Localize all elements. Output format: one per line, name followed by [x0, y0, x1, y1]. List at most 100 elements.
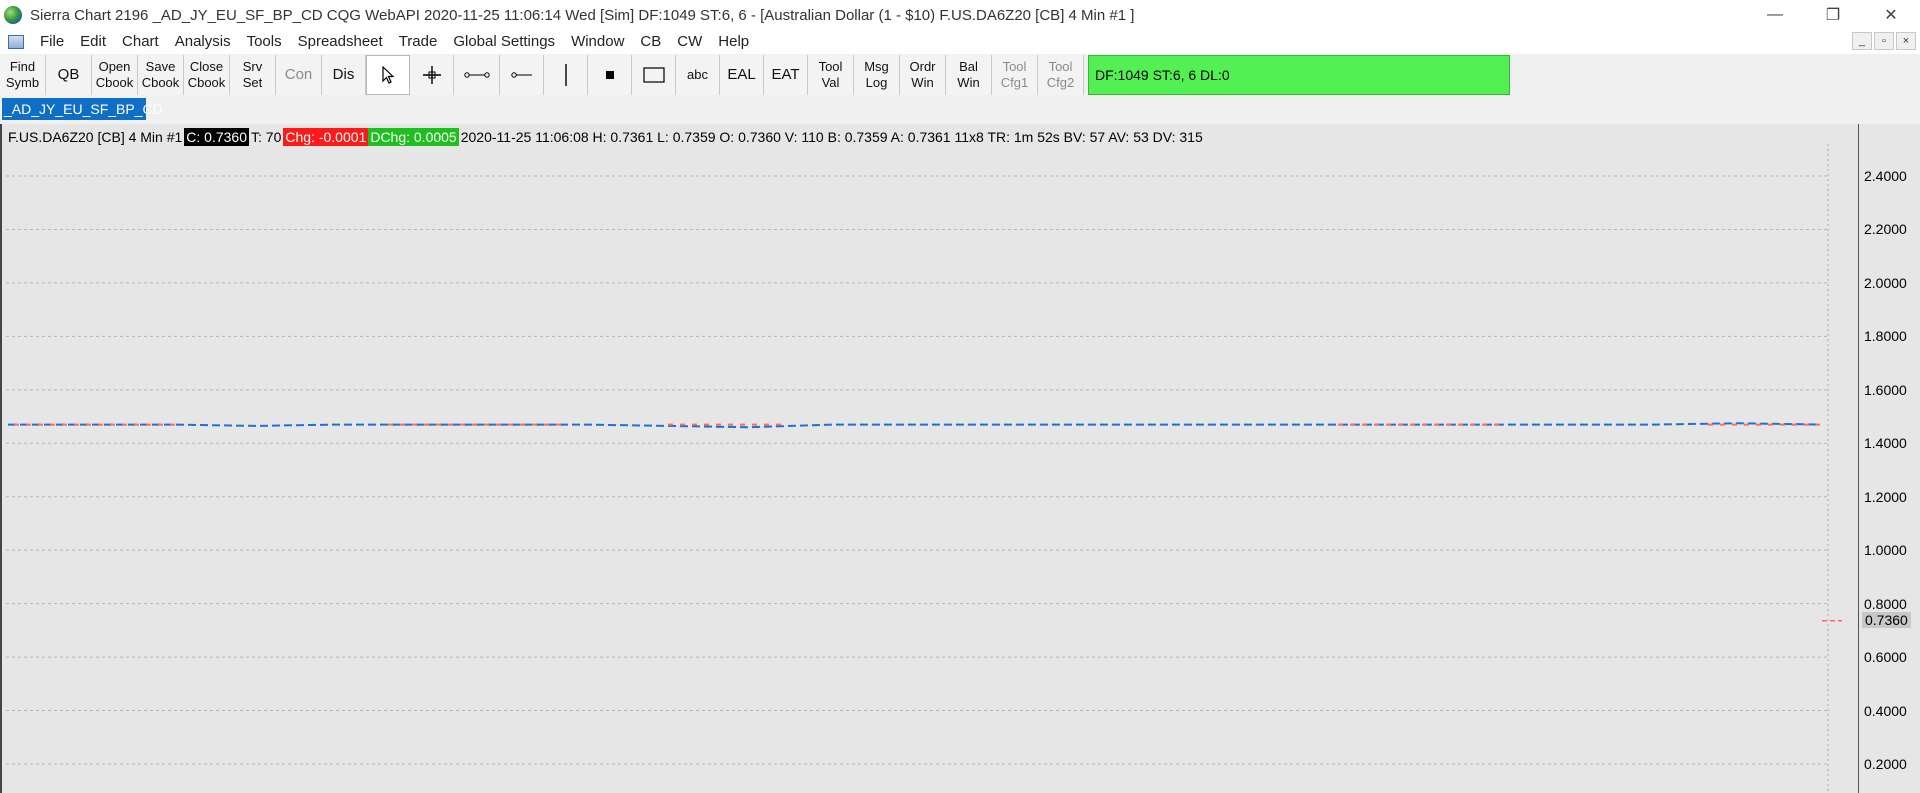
price-tick-label: 1.4000 [1864, 435, 1907, 452]
bar-details: 2020-11-25 11:06:08 H: 0.7361 L: 0.7359 … [460, 129, 1203, 145]
price-tick-label: 2.2000 [1864, 221, 1907, 238]
price-tick-label: 0.2000 [1864, 756, 1907, 772]
menu-global-settings[interactable]: Global Settings [445, 30, 563, 54]
vertical-line-tool-button[interactable] [544, 55, 588, 95]
chart-symbol: F.US.DA6Z20 [CB] 4 Min #1 [8, 129, 183, 145]
price-tick-label: 2.4000 [1864, 168, 1907, 184]
ray-tool-button[interactable] [500, 55, 544, 95]
button-label: Tool [1002, 59, 1027, 74]
tool-values-button[interactable]: Tool Val [808, 55, 854, 95]
chart-region[interactable]: F.US.DA6Z20 [CB] 4 Min #1 C: 0.7360 T: 7… [0, 124, 1920, 793]
price-chart[interactable] [2, 124, 1920, 793]
button-label: Tool [1048, 59, 1073, 74]
button-label: EAT [771, 66, 800, 83]
last-price-label: 0.7360 [1862, 611, 1911, 628]
mdi-close-button[interactable]: × [1896, 32, 1916, 50]
price-tick-label: 0.4000 [1864, 702, 1907, 719]
sierra-chart-logo-icon [4, 6, 22, 24]
close-value: C: 0.7360 [184, 128, 250, 146]
menu-cw[interactable]: CW [669, 30, 710, 54]
tool-config-1-button[interactable]: Tool Cfg1 [992, 55, 1038, 95]
rectangle-icon [642, 67, 665, 83]
crosshair-tool-button[interactable] [410, 55, 454, 95]
crosshair-icon [422, 66, 441, 84]
button-label: Tool [818, 59, 843, 74]
menu-spreadsheet[interactable]: Spreadsheet [290, 30, 391, 54]
menu-tools[interactable]: Tools [239, 30, 290, 54]
price-tick-label: 1.0000 [1864, 542, 1907, 559]
menu-analysis[interactable]: Analysis [167, 30, 239, 54]
trades-value: T: 70 [251, 129, 282, 145]
price-tick-label: 0.8000 [1864, 595, 1907, 612]
marker-tool-button[interactable] [588, 55, 632, 95]
button-label: Save [145, 59, 176, 74]
menu-file[interactable]: File [32, 30, 72, 54]
line-segment-icon [463, 72, 490, 78]
button-label: Val [821, 75, 840, 90]
minimize-button[interactable]: — [1746, 0, 1804, 30]
chart-window-icon[interactable] [8, 35, 24, 49]
button-label: Cbook [187, 75, 226, 90]
mdi-minimize-button[interactable]: _ [1852, 32, 1872, 50]
text-tool-button[interactable]: abc [676, 55, 720, 95]
button-label: Symb [5, 75, 40, 90]
price-series-line [8, 422, 1821, 429]
menu-trade[interactable]: Trade [391, 30, 446, 54]
vertical-line-icon [564, 64, 567, 86]
chartbook-tab[interactable]: _AD_JY_EU_SF_BP_CD [2, 98, 163, 120]
menu-help[interactable]: Help [710, 30, 757, 54]
close-chartbook-button[interactable]: Close Cbook [184, 55, 230, 95]
pointer-tool-button[interactable] [366, 55, 410, 95]
button-label: Log [865, 75, 888, 90]
save-chartbook-button[interactable]: Save Cbook [138, 55, 184, 95]
message-log-button[interactable]: Msg Log [854, 55, 900, 95]
restore-button[interactable]: ❐ [1804, 0, 1862, 30]
menu-chart[interactable]: Chart [114, 30, 167, 54]
button-label: Bal [959, 59, 978, 74]
button-label: Win [911, 75, 934, 90]
chart-header-bar: F.US.DA6Z20 [CB] 4 Min #1 C: 0.7360 T: 7… [6, 127, 1205, 147]
button-label: QB [57, 66, 80, 83]
open-chartbook-button[interactable]: Open Cbook [92, 55, 138, 95]
price-tick-label: 1.8000 [1864, 328, 1907, 345]
find-symbol-button[interactable]: Find Symb [0, 55, 46, 95]
tool-config-2-button[interactable]: Tool Cfg2 [1038, 55, 1084, 95]
title-bar: Sierra Chart 2196 _AD_JY_EU_SF_BP_CD CQG… [0, 0, 1920, 30]
button-label: Dis [332, 66, 355, 83]
price-tick-label: 2.0000 [1864, 274, 1907, 291]
menu-cb[interactable]: CB [632, 30, 669, 54]
disconnect-button[interactable]: Dis [322, 55, 366, 95]
button-label: Cbook [141, 75, 180, 90]
connect-button[interactable]: Con [276, 55, 322, 95]
change-value: Chg: -0.0001 [283, 128, 369, 146]
server-settings-button[interactable]: Srv Set [230, 55, 276, 95]
button-label: Con [284, 66, 313, 83]
button-label: Close [189, 59, 224, 74]
order-window-button[interactable]: Ordr Win [900, 55, 946, 95]
price-tick-label: 1.6000 [1864, 381, 1907, 398]
button-label: EAL [727, 66, 756, 83]
price-scale-divider [1858, 124, 1859, 793]
cursor-arrow-icon [382, 66, 395, 84]
line-tool-button[interactable] [454, 55, 500, 95]
rectangle-tool-button[interactable] [632, 55, 676, 95]
mdi-restore-button[interactable]: ▫ [1874, 32, 1894, 50]
menu-edit[interactable]: Edit [72, 30, 114, 54]
eal-button[interactable]: EAL [720, 55, 764, 95]
button-label: Set [242, 75, 263, 90]
quick-book-button[interactable]: QB [46, 55, 92, 95]
menu-window[interactable]: Window [563, 30, 632, 54]
menu-bar: File Edit Chart Analysis Tools Spreadshe… [0, 30, 1920, 54]
balance-window-button[interactable]: Bal Win [946, 55, 992, 95]
button-label: Cfg2 [1046, 75, 1075, 90]
eat-button[interactable]: EAT [764, 55, 808, 95]
abc-text-icon: abc [687, 67, 708, 82]
window-controls: — ❐ ✕ [1746, 0, 1920, 30]
mdi-controls: _ ▫ × [1852, 32, 1916, 50]
connection-status-panel: DF:1049 ST:6, 6 DL:0 [1088, 55, 1510, 95]
button-label: Open [98, 59, 131, 74]
close-button[interactable]: ✕ [1862, 0, 1920, 30]
button-label: Ordr [909, 59, 936, 74]
button-label: Msg [864, 59, 889, 74]
chartbook-tab-row: _AD_JY_EU_SF_BP_CD [0, 96, 1920, 124]
